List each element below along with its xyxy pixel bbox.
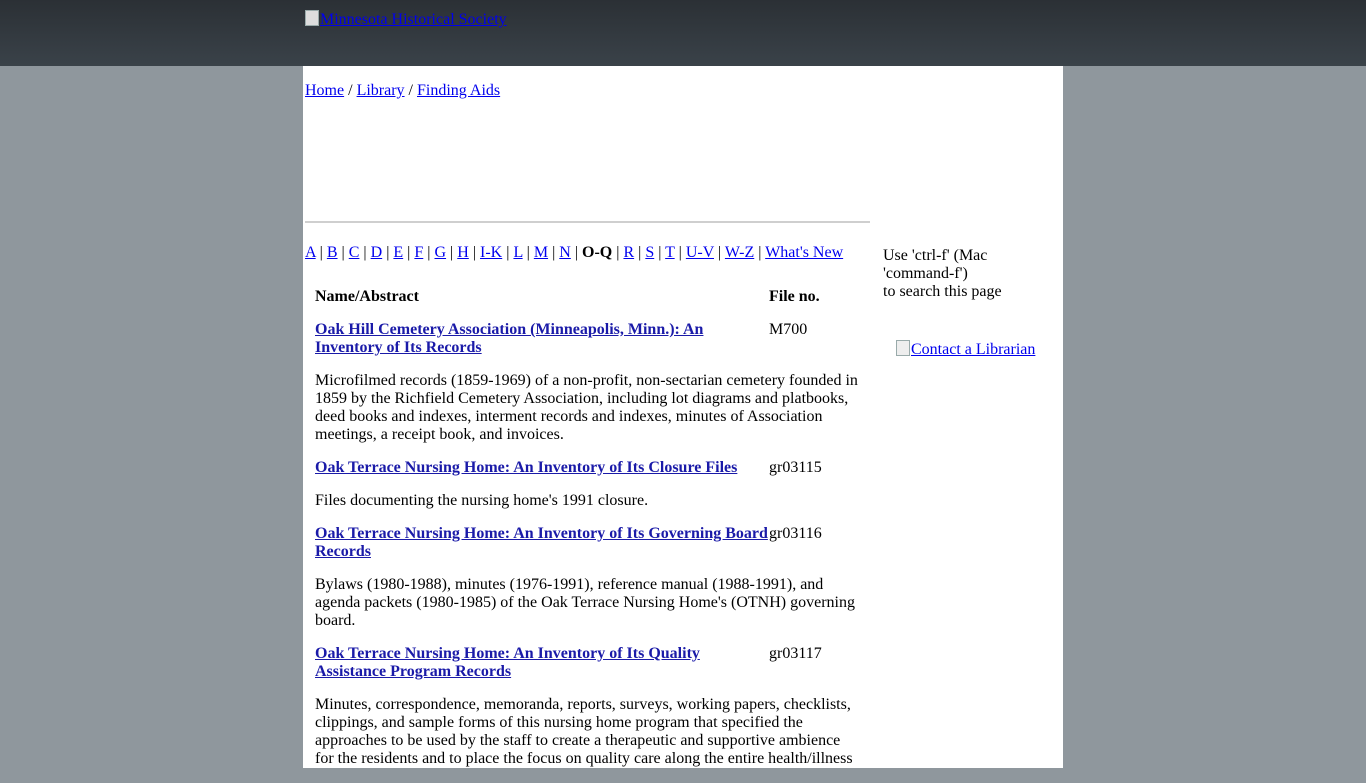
site-logo-link[interactable]: Minnesota Historical Society <box>305 10 507 29</box>
finding-aid-abstract: Microfilmed records (1859-1969) of a non… <box>315 372 858 443</box>
finding-aid-link[interactable]: Oak Terrace Nursing Home: An Inventory o… <box>315 525 768 560</box>
search-tip-line1: Use 'ctrl-f' (Mac 'command-f') <box>883 247 988 282</box>
list-item: Oak Terrace Nursing Home: An Inventory o… <box>315 459 860 477</box>
breadcrumb-library[interactable]: Library <box>357 82 405 99</box>
list-item: Oak Hill Cemetery Association (Minneapol… <box>315 321 860 357</box>
list-item: Oak Terrace Nursing Home: An Inventory o… <box>315 645 860 681</box>
alpha-nav-separator: | <box>638 244 642 261</box>
alpha-nav-link[interactable]: E <box>393 244 403 261</box>
alpha-nav-separator: | <box>319 244 323 261</box>
alpha-nav-separator: | <box>427 244 431 261</box>
alpha-nav-separator: | <box>574 244 579 261</box>
contact-librarian-link[interactable]: Contact a Librarian <box>896 340 1035 359</box>
alpha-nav-link[interactable]: T <box>665 244 674 261</box>
alphabet-nav: A | B | C | D | E | F | G | H | I-K | L … <box>305 244 843 262</box>
alpha-nav-link[interactable]: A <box>305 244 316 261</box>
alpha-nav-link[interactable]: F <box>414 244 423 261</box>
divider <box>305 221 870 223</box>
file-number: gr03117 <box>769 645 822 662</box>
contact-alt-text: Contact a Librarian <box>911 341 1036 358</box>
finding-aid-abstract: Files documenting the nursing home's 199… <box>315 492 649 509</box>
alpha-nav-separator: | <box>526 244 530 261</box>
file-number: M700 <box>769 321 808 338</box>
list-header: Name/Abstract File no. <box>315 288 860 306</box>
site-header: Minnesota Historical Society <box>0 0 1366 66</box>
alpha-nav-separator: | <box>341 244 345 261</box>
alpha-nav-separator: | <box>363 244 367 261</box>
finding-aid-abstract: Bylaws (1980-1988), minutes (1976-1991),… <box>315 576 855 629</box>
alpha-nav-separator: | <box>718 244 722 261</box>
alpha-nav-separator: | <box>407 244 411 261</box>
breadcrumb: Home / Library / Finding Aids <box>305 82 500 100</box>
finding-aid-link[interactable]: Oak Terrace Nursing Home: An Inventory o… <box>315 459 737 476</box>
alpha-nav-link[interactable]: I-K <box>480 244 502 261</box>
alpha-nav-link[interactable]: U-V <box>686 244 714 261</box>
alpha-nav-link[interactable]: C <box>349 244 360 261</box>
breadcrumb-separator: / <box>348 82 353 99</box>
alpha-nav-separator: | <box>506 244 510 261</box>
alpha-nav-link[interactable]: R <box>623 244 634 261</box>
alpha-nav-separator: | <box>616 244 620 261</box>
content-panel: Home / Library / Finding Aids A | B | C … <box>303 66 1063 768</box>
column-header-file-no: File no. <box>769 288 820 305</box>
alpha-nav-link[interactable]: N <box>559 244 571 261</box>
search-tip-line2: to search this page <box>883 283 1002 300</box>
list-item: Oak Terrace Nursing Home: An Inventory o… <box>315 525 860 561</box>
breadcrumb-home[interactable]: Home <box>305 82 344 99</box>
file-number: gr03115 <box>769 459 822 476</box>
logo-alt-text: Minnesota Historical Society <box>320 11 507 28</box>
alpha-nav-link[interactable]: L <box>513 244 522 261</box>
finding-aid-link[interactable]: Oak Hill Cemetery Association (Minneapol… <box>315 321 703 356</box>
alpha-nav-link[interactable]: H <box>457 244 469 261</box>
finding-aids-list: Name/Abstract File no. Oak Hill Cemetery… <box>315 288 860 783</box>
alpha-nav-separator: | <box>658 244 662 261</box>
alpha-nav-separator: | <box>552 244 556 261</box>
alpha-nav-link[interactable]: D <box>371 244 383 261</box>
alpha-nav-separator: | <box>450 244 454 261</box>
alpha-nav-separator: | <box>678 244 682 261</box>
alpha-nav-current: O-Q <box>582 244 613 261</box>
alpha-nav-separator: | <box>386 244 390 261</box>
file-number: gr03116 <box>769 525 822 542</box>
breadcrumb-separator: / <box>408 82 413 99</box>
broken-image-icon <box>896 340 910 356</box>
search-tip: Use 'ctrl-f' (Mac 'command-f') to search… <box>883 247 1053 301</box>
column-header-name: Name/Abstract <box>315 288 419 305</box>
alpha-nav-link[interactable]: W-Z <box>725 244 754 261</box>
alpha-nav-link[interactable]: M <box>534 244 548 261</box>
alpha-nav-link[interactable]: S <box>645 244 654 261</box>
broken-image-icon <box>305 10 319 26</box>
alpha-nav-link[interactable]: B <box>327 244 338 261</box>
finding-aid-link[interactable]: Oak Terrace Nursing Home: An Inventory o… <box>315 645 700 680</box>
alpha-nav-separator: | <box>758 244 762 261</box>
alpha-nav-link[interactable]: What's New <box>765 244 843 261</box>
breadcrumb-finding-aids[interactable]: Finding Aids <box>417 82 500 99</box>
alpha-nav-link[interactable]: G <box>434 244 446 261</box>
finding-aid-abstract: Minutes, correspondence, memoranda, repo… <box>315 696 853 767</box>
alpha-nav-separator: | <box>472 244 477 261</box>
